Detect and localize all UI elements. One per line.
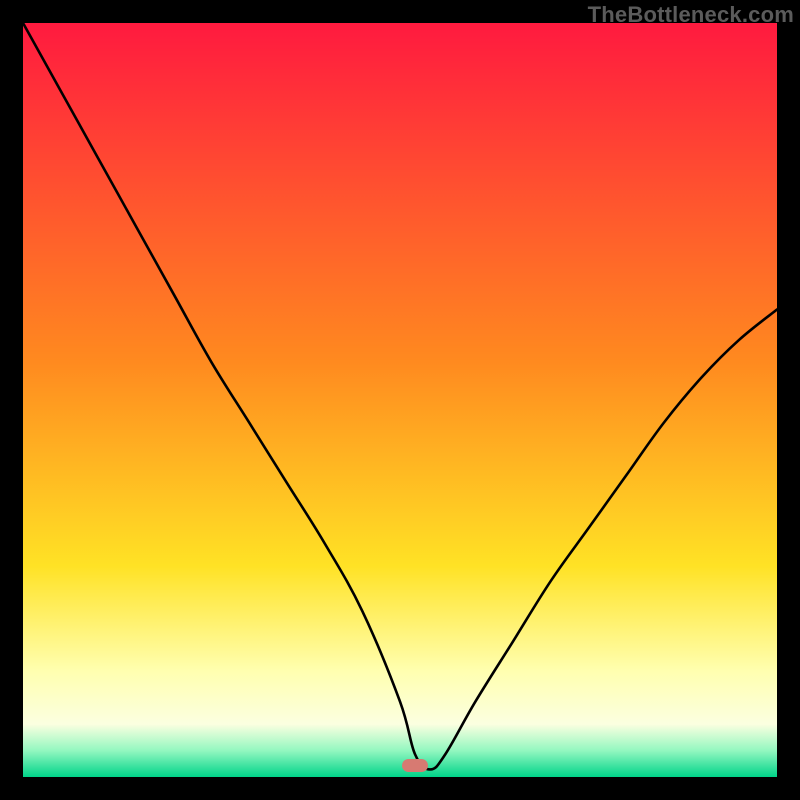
chart-optimum-marker xyxy=(402,759,428,772)
watermark-text: TheBottleneck.com xyxy=(588,2,794,28)
chart-frame: TheBottleneck.com xyxy=(0,0,800,800)
chart-curve xyxy=(23,23,777,777)
chart-plot-area xyxy=(23,23,777,777)
